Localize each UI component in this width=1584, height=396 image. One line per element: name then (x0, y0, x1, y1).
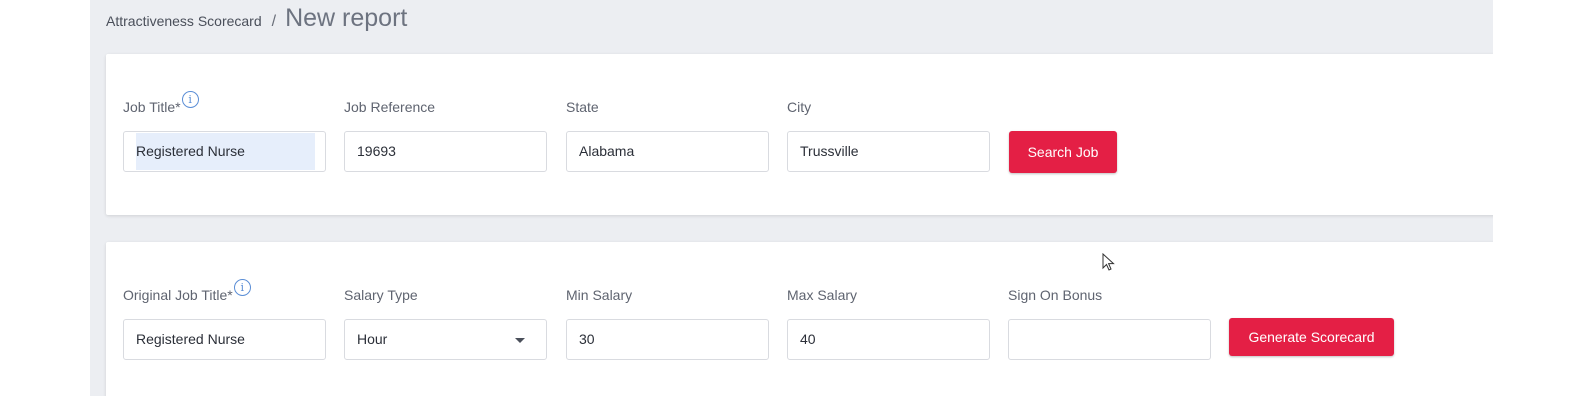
job-title-label: Job Title* i (123, 91, 199, 116)
min-salary-label: Min Salary (566, 287, 633, 303)
search-job-button[interactable]: Search Job (1009, 131, 1117, 173)
sign-on-bonus-label: Sign On Bonus (1008, 287, 1103, 303)
breadcrumb-parent-link[interactable]: Attractiveness Scorecard (106, 13, 262, 29)
job-title-input[interactable]: Registered Nurse (123, 131, 326, 172)
breadcrumb: Attractiveness Scorecard / New report (106, 4, 407, 33)
max-salary-label: Max Salary (787, 287, 858, 303)
job-reference-label: Job Reference (344, 99, 436, 115)
state-input[interactable]: Alabama (566, 131, 769, 172)
min-salary-input[interactable]: 30 (566, 319, 769, 360)
salary-type-label: Salary Type (344, 287, 418, 303)
city-label: City (787, 99, 812, 115)
mouse-pointer-icon (1102, 253, 1115, 271)
page-title: New report (285, 4, 408, 32)
max-salary-input[interactable]: 40 (787, 319, 990, 360)
job-title-value: Registered Nurse (136, 143, 245, 159)
city-input[interactable]: Trussville (787, 131, 990, 172)
original-job-title-input[interactable]: Registered Nurse (123, 319, 326, 360)
info-icon[interactable]: i (233, 279, 251, 296)
chevron-down-icon (515, 338, 525, 343)
salary-type-value: Hour (357, 331, 388, 347)
job-search-card: Job Title* i Registered Nurse Job Referen… (106, 54, 1493, 215)
job-title-label-text: Job Title* (123, 99, 181, 115)
original-job-title-label: Original Job Title* i (123, 279, 251, 304)
salary-type-select[interactable]: Hour (344, 319, 547, 360)
info-icon[interactable]: i (181, 91, 199, 108)
job-details-card: Original Job Title* i Registered Nurse Sa… (106, 242, 1493, 396)
original-job-title-label-text: Original Job Title* (123, 287, 233, 303)
generate-scorecard-button[interactable]: Generate Scorecard (1229, 318, 1394, 356)
sign-on-bonus-input[interactable] (1008, 319, 1211, 360)
app-background: Attractiveness Scorecard / New report Jo… (90, 0, 1493, 396)
breadcrumb-separator: / (271, 13, 277, 30)
state-label: State (566, 99, 599, 115)
job-reference-input[interactable]: 19693 (344, 131, 547, 172)
